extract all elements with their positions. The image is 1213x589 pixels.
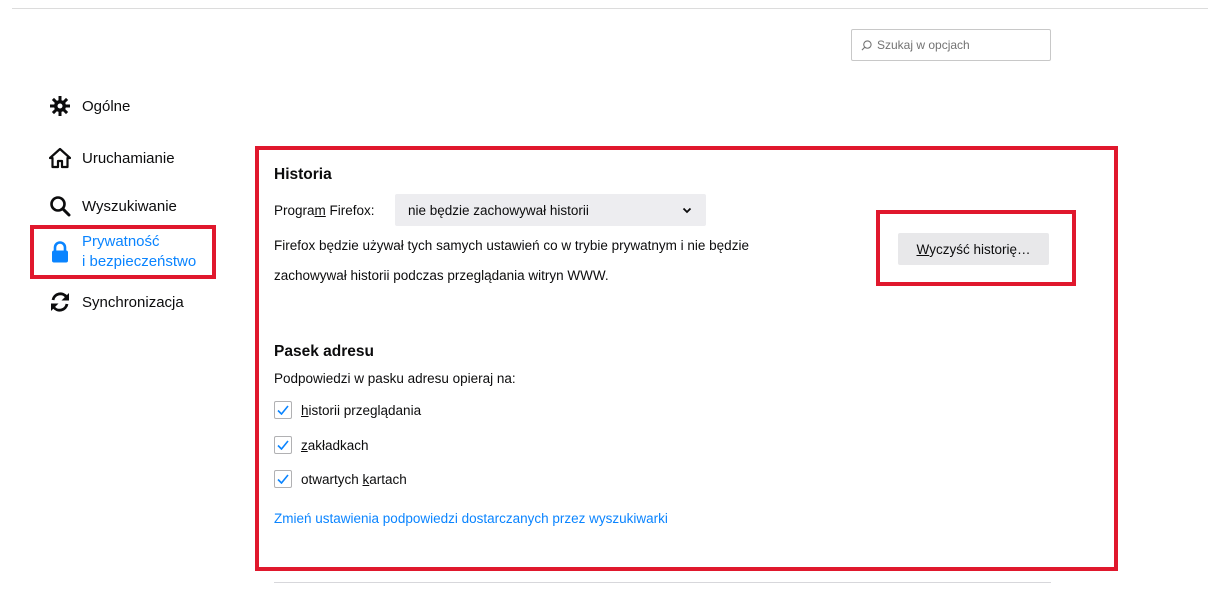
sidebar-item-label: Ogólne — [82, 97, 131, 115]
sidebar-label-line2: i bezpieczeństwo — [82, 253, 197, 270]
search-placeholder: Szukaj w opcjach — [877, 38, 970, 52]
sidebar-item-search[interactable]: Wyszukiwanie — [48, 194, 177, 218]
sidebar-label-line1: Prywatność — [82, 233, 160, 250]
label-rest: artach — [369, 471, 407, 487]
suggest-bookmarks-checkbox[interactable] — [274, 436, 292, 454]
suggest-history-label: historii przeglądania — [301, 403, 421, 418]
history-heading: Historia — [274, 166, 332, 183]
sidebar-item-label: Wyszukiwanie — [82, 197, 177, 215]
search-icon — [861, 39, 872, 50]
clear-history-accesskey: W — [916, 241, 930, 257]
section-divider — [274, 582, 1051, 583]
sidebar-item-sync[interactable]: Synchronizacja — [48, 290, 184, 314]
checkmark-icon — [277, 440, 289, 450]
chevron-down-icon — [682, 207, 692, 213]
sidebar-item-privacy[interactable]: Prywatność i bezpieczeństwo — [48, 232, 196, 272]
lock-icon — [48, 240, 72, 264]
clear-history-button[interactable]: Wyczyść historię… — [898, 233, 1049, 265]
history-mode-select[interactable]: nie będzie zachowywał historii — [395, 194, 706, 226]
history-mode-value: nie będzie zachowywał historii — [408, 202, 589, 218]
sync-icon — [48, 290, 72, 314]
checkmark-icon — [277, 474, 289, 484]
label-rest: akładkach — [307, 437, 369, 453]
suggest-history-checkbox[interactable] — [274, 401, 292, 419]
sidebar-item-label: Synchronizacja — [82, 293, 184, 311]
suggest-bookmarks-option[interactable]: zakładkach — [274, 436, 369, 454]
suggest-bookmarks-label: zakładkach — [301, 438, 369, 453]
label-pre: otwartych — [301, 471, 363, 487]
program-label-post: Firefox: — [325, 203, 375, 218]
clear-history-label: yczyść historię… — [929, 241, 1031, 257]
suggest-open-tabs-label: otwartych kartach — [301, 472, 407, 487]
sidebar-item-startup[interactable]: Uruchamianie — [48, 146, 175, 170]
top-divider — [12, 8, 1208, 9]
suggest-history-option[interactable]: historii przeglądania — [274, 401, 421, 419]
sidebar-item-label: Uruchamianie — [82, 149, 175, 167]
accesskey-letter: h — [301, 402, 309, 418]
accesskey-letter: z — [301, 437, 308, 453]
search-icon — [48, 194, 72, 218]
address-bar-subtitle: Podpowiedzi w pasku adresu opieraj na: — [274, 371, 516, 386]
checkmark-icon — [277, 405, 289, 415]
history-description-line1: Firefox będzie używał tych samych ustawi… — [274, 238, 749, 253]
sidebar-item-label: Prywatność i bezpieczeństwo — [82, 232, 196, 272]
search-input[interactable]: Szukaj w opcjach — [851, 29, 1051, 61]
home-icon — [48, 146, 72, 170]
sidebar-item-general[interactable]: Ogólne — [48, 94, 130, 118]
program-label-pre: Progra — [274, 203, 315, 218]
suggest-open-tabs-option[interactable]: otwartych kartach — [274, 470, 407, 488]
program-label: Program Firefox: — [274, 203, 375, 218]
label-rest: istorii przeglądania — [308, 402, 422, 418]
suggest-open-tabs-checkbox[interactable] — [274, 470, 292, 488]
search-suggestions-settings-link[interactable]: Zmień ustawienia podpowiedzi dostarczany… — [274, 511, 668, 526]
address-bar-heading: Pasek adresu — [274, 343, 374, 360]
history-description-line2: zachowywał historii podczas przeglądania… — [274, 268, 609, 283]
program-label-accesskey: m — [314, 203, 326, 218]
gear-icon — [48, 94, 72, 118]
